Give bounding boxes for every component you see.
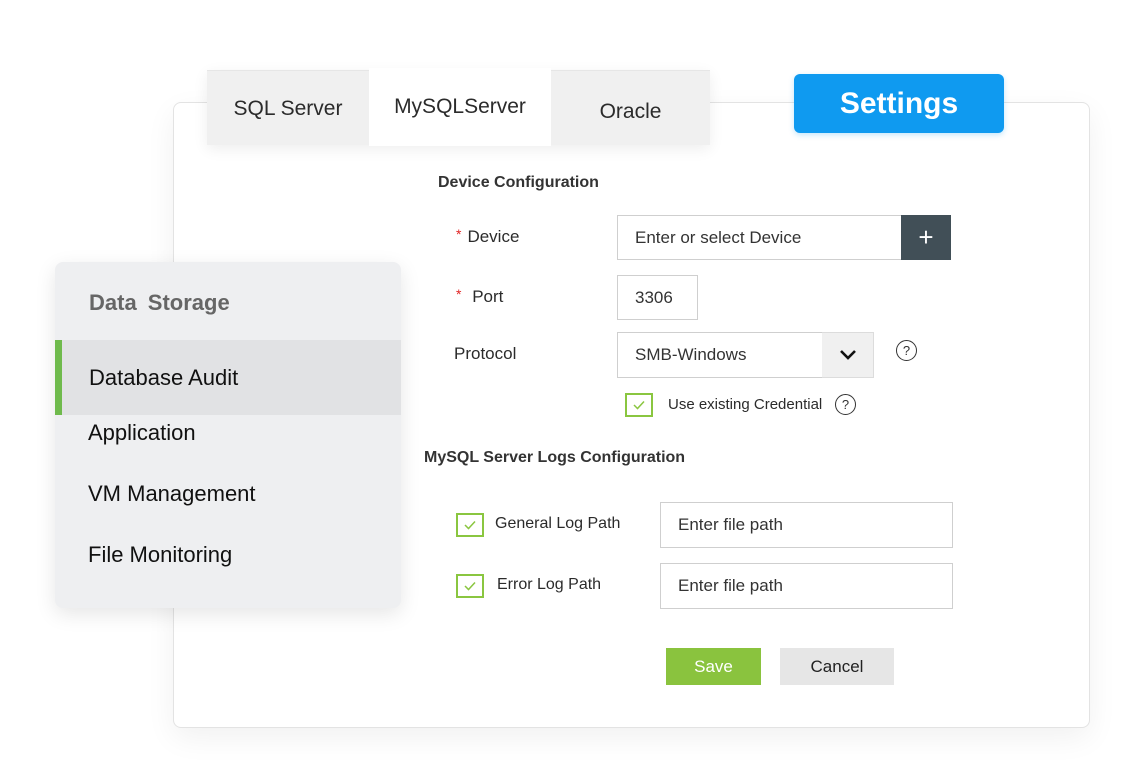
use-existing-credential-label: Use existing Credential xyxy=(668,396,823,413)
device-label-text: Device xyxy=(467,227,520,246)
device-config-heading: Device Configuration xyxy=(438,174,599,191)
plus-icon: + xyxy=(918,222,934,252)
cancel-button[interactable]: Cancel xyxy=(780,648,894,685)
sidebar-item-vm-management[interactable]: VM Management xyxy=(55,481,401,507)
general-log-path-input[interactable]: Enter file path xyxy=(660,502,953,548)
sidebar-title: Data Storage xyxy=(89,290,230,315)
general-log-label: General Log Path xyxy=(495,515,621,532)
port-label: * Port xyxy=(456,286,503,307)
db-tabs: SQL Server MySQLServer Oracle xyxy=(207,68,710,146)
tab-mysql-server[interactable]: MySQLServer xyxy=(369,68,551,146)
protocol-label: Protocol xyxy=(454,344,517,363)
device-label: * Device xyxy=(456,226,519,247)
port-label-text: Port xyxy=(472,287,504,306)
logs-config-heading: MySQL Server Logs Configuration xyxy=(424,449,686,466)
port-input[interactable]: 3306 xyxy=(617,275,698,320)
credential-help-icon[interactable]: ? xyxy=(835,394,856,415)
required-mark: * xyxy=(456,226,462,242)
sidebar-item-database-audit[interactable]: Database Audit xyxy=(55,340,401,415)
error-log-checkbox[interactable] xyxy=(456,574,484,598)
tab-sql-server[interactable]: SQL Server xyxy=(207,71,369,145)
use-existing-credential-checkbox[interactable] xyxy=(625,393,653,417)
sidebar: Data Storage Database Audit Application … xyxy=(55,262,401,608)
tab-oracle[interactable]: Oracle xyxy=(551,71,710,145)
general-log-checkbox[interactable] xyxy=(456,513,484,537)
error-log-label: Error Log Path xyxy=(497,576,602,593)
error-log-path-input[interactable]: Enter file path xyxy=(660,563,953,609)
device-input[interactable]: Enter or select Device xyxy=(617,215,902,260)
add-device-button[interactable]: + xyxy=(901,215,951,260)
protocol-select[interactable]: SMB-Windows xyxy=(617,332,823,378)
required-mark: * xyxy=(456,286,462,302)
chevron-down-icon xyxy=(839,350,856,360)
check-icon xyxy=(464,520,476,530)
protocol-dropdown-button[interactable] xyxy=(822,332,874,378)
protocol-help-icon[interactable]: ? xyxy=(896,340,917,361)
sidebar-item-application[interactable]: Application xyxy=(55,420,401,446)
save-button[interactable]: Save xyxy=(666,648,761,685)
check-icon xyxy=(464,581,476,591)
sidebar-item-file-monitoring[interactable]: File Monitoring xyxy=(55,542,401,568)
check-icon xyxy=(633,400,645,410)
settings-button[interactable]: Settings xyxy=(794,74,1004,133)
